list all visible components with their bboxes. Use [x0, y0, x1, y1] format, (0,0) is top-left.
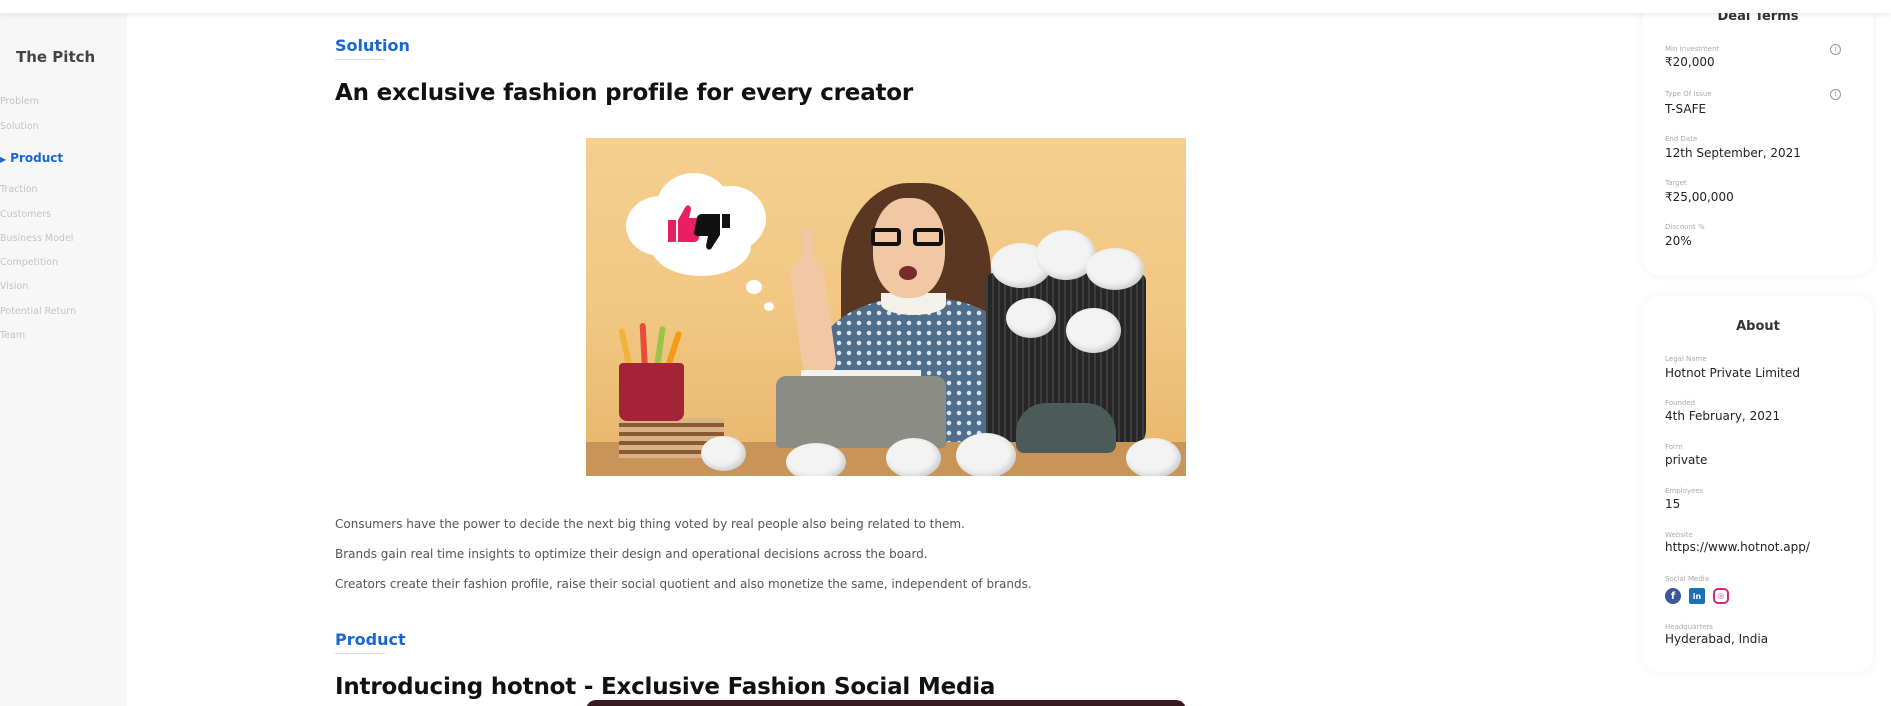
type-of-issue-label: Type Of Issue [1665, 90, 1712, 98]
crumpled-paper [956, 433, 1016, 476]
sidebar-item-solution[interactable]: Solution [0, 121, 39, 132]
solution-hero-image [586, 138, 1186, 476]
section-divider [335, 59, 385, 60]
crumpled-paper [1066, 308, 1121, 353]
section-divider [335, 653, 385, 654]
discount-label: Discount % [1665, 223, 1705, 231]
section-label-solution: Solution [335, 36, 410, 55]
founded-value: 4th February, 2021 [1665, 409, 1781, 423]
crumpled-paper [1126, 438, 1181, 476]
crumpled-paper [786, 443, 846, 476]
section-label-product: Product [335, 630, 406, 649]
person-face [873, 198, 945, 298]
crumpled-paper [701, 436, 746, 471]
sidebar-item-product[interactable]: ▶ Product [0, 151, 63, 165]
target-value: ₹25,00,000 [1665, 190, 1734, 204]
social-media-label: Social Media [1665, 575, 1710, 583]
facebook-icon[interactable]: f [1665, 588, 1681, 604]
end-date-label: End Date [1665, 135, 1698, 143]
pencil-cup [619, 363, 684, 421]
legal-name-value: Hotnot Private Limited [1665, 366, 1800, 380]
min-investment-label: Min Investment [1665, 45, 1720, 53]
form-label: Form [1665, 443, 1683, 451]
sidebar-item-competition[interactable]: Competition [0, 257, 58, 268]
thumbs-up-down-icon [668, 205, 730, 250]
person-arm [787, 256, 839, 380]
headquarters-label: Headquarters [1665, 623, 1713, 631]
sidebar-item-business-model[interactable]: Business Model [0, 233, 73, 244]
pointing-finger [802, 228, 814, 266]
about-title: About [1736, 319, 1780, 334]
info-icon[interactable]: i [1830, 44, 1841, 55]
top-bar [0, 0, 1891, 13]
headquarters-value: Hyderabad, India [1665, 632, 1769, 646]
product-image [586, 700, 1186, 706]
sidebar-item-vision[interactable]: Vision [0, 281, 28, 292]
legal-name-label: Legal Name [1665, 355, 1707, 363]
person-mouth [899, 266, 917, 280]
sidebar-item-team[interactable]: Team [0, 330, 25, 341]
thought-bubble [626, 168, 774, 311]
active-arrow-icon: ▶ [0, 155, 7, 164]
website-label: Website [1665, 531, 1693, 539]
type-of-issue-value: T-SAFE [1665, 102, 1707, 116]
crumpled-paper [1006, 298, 1056, 338]
sidebar-item-customers[interactable]: Customers [0, 209, 51, 220]
solution-paragraph-3: Creators create their fashion profile, r… [335, 577, 1032, 591]
sidebar-item-problem[interactable]: Problem [0, 96, 39, 107]
end-date-value: 12th September, 2021 [1665, 146, 1801, 160]
instagram-icon[interactable]: ◎ [1713, 588, 1729, 604]
sidebar-item-traction[interactable]: Traction [0, 184, 38, 195]
deal-terms-card: Deal Terms Min Investment ₹20,000 i Type… [1643, 0, 1873, 275]
min-investment-value: ₹20,000 [1665, 55, 1715, 69]
crumpled-paper [1086, 248, 1144, 290]
employees-value: 15 [1665, 497, 1681, 511]
sidebar-item-potential-return[interactable]: Potential Return [0, 306, 76, 317]
glasses-icon [871, 228, 947, 246]
info-icon[interactable]: i [1830, 89, 1841, 100]
product-headline: Introducing hotnot - Exclusive Fashion S… [335, 674, 996, 700]
form-value: private [1665, 453, 1708, 467]
target-label: Target [1665, 179, 1687, 187]
solution-paragraph-2: Brands gain real time insights to optimi… [335, 547, 928, 561]
pitch-sidebar: The Pitch Problem Solution ▶ Product Trac… [0, 0, 127, 706]
crumpled-paper [886, 438, 941, 476]
typewriter [776, 376, 946, 448]
social-media-links: f in ◎ [1665, 588, 1729, 604]
solution-headline: An exclusive fashion profile for every c… [335, 80, 914, 106]
sidebar-item-label: Product [10, 151, 64, 165]
discount-value: 20% [1665, 234, 1692, 248]
employees-label: Employees [1665, 487, 1704, 495]
sidebar-title: The Pitch [16, 48, 96, 66]
about-card: About Legal Name Hotnot Private Limited … [1643, 296, 1873, 672]
solution-paragraph-1: Consumers have the power to decide the n… [335, 517, 965, 531]
website-link[interactable]: https://www.hotnot.app/ [1665, 540, 1810, 554]
linkedin-icon[interactable]: in [1689, 588, 1705, 604]
telephone [1016, 403, 1116, 453]
founded-label: Founded [1665, 399, 1696, 407]
